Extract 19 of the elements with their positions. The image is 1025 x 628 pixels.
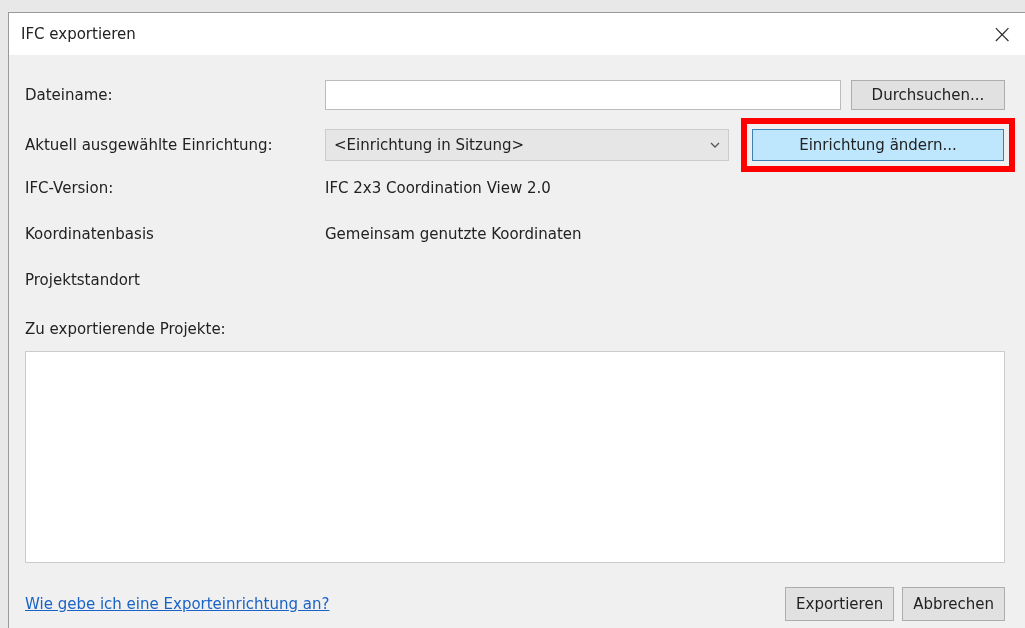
field-value: IFC 2x3 Coordination View 2.0 bbox=[325, 179, 552, 197]
field-label: Zu exportierende Projekte: bbox=[25, 320, 226, 338]
projects-list[interactable] bbox=[25, 351, 1005, 563]
help-link[interactable]: Wie gebe ich eine Exporteinrichtung an? bbox=[25, 595, 330, 613]
field-value: Gemeinsam genutzte Koordinaten bbox=[325, 225, 583, 243]
setup-dropdown[interactable]: <Einrichtung in Sitzung> bbox=[325, 129, 729, 161]
input-field[interactable] bbox=[325, 79, 841, 110]
field-label: Aktuell ausgewählte Einrichtung: bbox=[25, 136, 274, 154]
field-label: Projektstandort bbox=[25, 271, 141, 289]
caret-icon bbox=[710, 142, 720, 148]
browse-button[interactable]: Durchsuchen... bbox=[851, 79, 1005, 110]
change-setup-button[interactable]: Einrichtung ändern... bbox=[752, 129, 1004, 161]
cancel-button[interactable]: Abbrechen bbox=[902, 587, 1005, 621]
field-label: Dateiname: bbox=[25, 85, 114, 104]
close-button[interactable]: × bbox=[987, 21, 1017, 47]
export-button[interactable]: Exportieren bbox=[785, 587, 895, 621]
field-label: Koordinatenbasis bbox=[25, 225, 155, 243]
field-label: IFC-Version: bbox=[25, 179, 115, 197]
window-title: IFC exportieren bbox=[21, 25, 136, 43]
